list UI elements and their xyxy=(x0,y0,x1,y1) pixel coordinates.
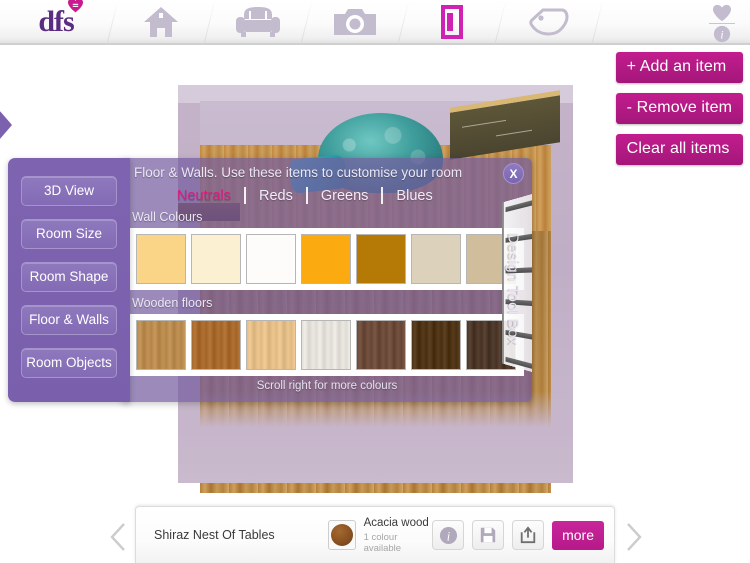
scroll-hint-text: Scroll right for more colours xyxy=(256,380,398,392)
carousel-next-icon[interactable] xyxy=(624,522,644,552)
wooden-floor-swatch-dark-antique[interactable] xyxy=(411,320,461,370)
tab-reds[interactable]: Reds xyxy=(246,188,306,204)
sidebar-item-3d-view[interactable]: 3D View xyxy=(21,176,117,206)
wooden-floors-label: Wooden floors xyxy=(132,296,213,310)
wall-colour-swatch-amber[interactable] xyxy=(301,234,351,284)
design-tool-box-vertical-label: Design Tool Box xyxy=(500,194,526,384)
top-navigation-bar: dfs i xyxy=(0,0,750,45)
wooden-floor-swatch-list[interactable] xyxy=(130,314,524,376)
wall-colour-swatch-sand[interactable] xyxy=(411,234,461,284)
product-share-button[interactable] xyxy=(512,520,545,550)
wooden-floor-swatch-medium-oak[interactable] xyxy=(191,320,241,370)
product-colour-block[interactable]: Acacia wood 1 colour available xyxy=(327,516,432,554)
wall-colour-swatch-light-gold[interactable] xyxy=(136,234,186,284)
nav-item-home[interactable] xyxy=(113,0,209,44)
share-icon xyxy=(520,526,536,544)
info-icon: i xyxy=(439,526,457,544)
heart-icon xyxy=(713,4,731,22)
wooden-floor-swatch-walnut[interactable] xyxy=(356,320,406,370)
wall-colour-swatch-cream[interactable] xyxy=(191,234,241,284)
tag-icon xyxy=(529,8,569,35)
sidebar-item-room-objects[interactable]: Room Objects xyxy=(21,348,117,378)
nav-item-offers[interactable] xyxy=(501,0,597,44)
shelf-detail xyxy=(462,119,506,128)
tab-greens[interactable]: Greens xyxy=(308,188,382,204)
wall-colours-label: Wall Colours xyxy=(132,210,203,224)
sidebar-item-room-size[interactable]: Room Size xyxy=(21,219,117,249)
floor-fade xyxy=(178,391,573,483)
tab-divider xyxy=(381,187,384,204)
wall-colour-swatch-white[interactable] xyxy=(246,234,296,284)
svg-text:i: i xyxy=(446,529,450,543)
clear-all-items-button[interactable]: Clear all items xyxy=(615,134,743,165)
wall-colour-swatch-list[interactable] xyxy=(130,228,524,290)
vertical-label-text: Design Tool Box xyxy=(504,232,522,346)
app-root: dfs i + Add an item - Remove item Clear … xyxy=(0,0,750,563)
nav-item-room-planner[interactable] xyxy=(404,0,500,44)
nav-item-furniture[interactable] xyxy=(210,0,306,44)
product-name: Shiraz Nest Of Tables xyxy=(154,528,275,542)
room-planner-icon xyxy=(441,4,463,39)
colour-availability: 1 colour available xyxy=(363,531,402,554)
colour-dot xyxy=(330,523,353,546)
home-icon xyxy=(144,6,178,37)
product-carousel-bar: Shiraz Nest Of Tables Acacia wood 1 colo… xyxy=(102,506,648,563)
sidebar-item-floor-and-walls[interactable]: Floor & Walls xyxy=(21,305,117,335)
info-icon: i xyxy=(713,25,731,43)
toolbox-title: Floor & Walls. Use these items to custom… xyxy=(134,165,463,180)
wall-colour-swatch-dark-gold[interactable] xyxy=(356,234,406,284)
more-button[interactable]: more xyxy=(552,520,604,550)
menu-collapse-arrow-icon[interactable] xyxy=(0,110,12,140)
wooden-floor-swatch-natural-pine[interactable] xyxy=(246,320,296,370)
product-save-button[interactable] xyxy=(472,520,505,550)
design-tool-box-panel: Floor & Walls. Use these items to custom… xyxy=(122,158,532,402)
tab-divider xyxy=(244,187,246,204)
dfs-logo[interactable]: dfs xyxy=(0,0,112,44)
wooden-floor-swatch-whitewashed[interactable] xyxy=(301,320,351,370)
add-item-button[interactable]: + Add an item xyxy=(615,52,743,83)
tab-blues[interactable]: Blues xyxy=(383,188,445,204)
design-mode-sidebar: 3D View Room Size Room Shape Floor & Wal… xyxy=(8,158,130,402)
camera-icon xyxy=(334,8,376,35)
tab-neutrals[interactable]: Neutrals xyxy=(164,188,244,204)
wooden-floor-swatch-golden-oak[interactable] xyxy=(136,320,186,370)
product-action-buttons: i more xyxy=(432,520,604,550)
sofa-icon xyxy=(236,6,280,37)
remove-item-button[interactable]: - Remove item xyxy=(615,93,743,124)
tab-divider xyxy=(305,187,308,204)
svg-text:i: i xyxy=(720,29,723,42)
item-action-buttons: + Add an item - Remove item Clear all it… xyxy=(615,52,743,165)
colour-category-tabs: Neutrals Reds Greens Blues xyxy=(164,187,446,204)
divider xyxy=(709,23,735,24)
shelf-detail xyxy=(496,129,532,137)
heart-icon xyxy=(67,0,83,12)
product-card[interactable]: Shiraz Nest Of Tables Acacia wood 1 colo… xyxy=(135,506,615,563)
sidebar-item-room-shape[interactable]: Room Shape xyxy=(21,262,117,292)
colour-swatch[interactable] xyxy=(327,519,356,550)
carousel-prev-icon[interactable] xyxy=(108,522,128,552)
nav-item-camera[interactable] xyxy=(307,0,403,44)
save-icon xyxy=(480,527,496,543)
close-icon[interactable]: X xyxy=(503,163,524,184)
colour-name: Acacia wood xyxy=(363,517,429,530)
product-info-button[interactable]: i xyxy=(432,520,465,550)
nav-item-info[interactable]: i xyxy=(700,2,744,45)
